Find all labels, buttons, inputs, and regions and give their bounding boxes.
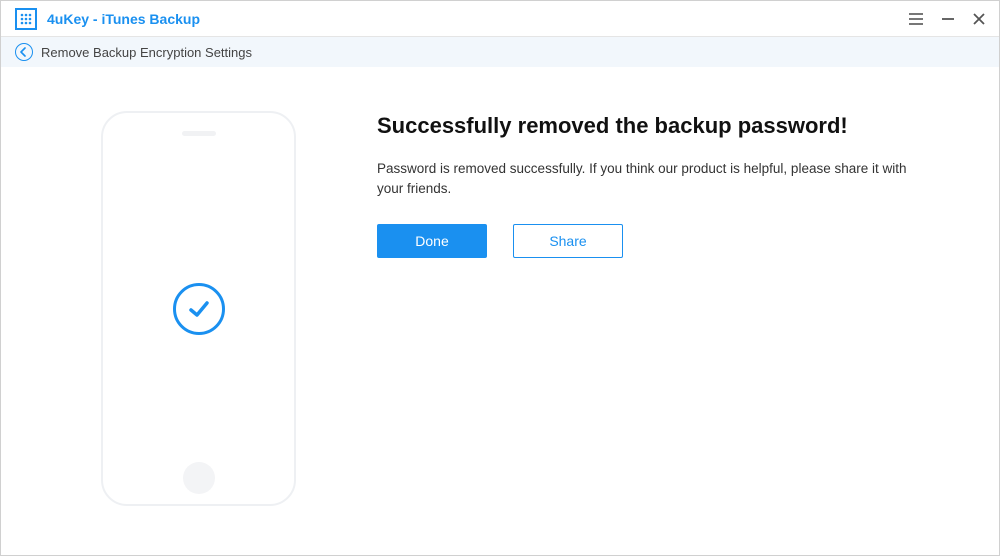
minimize-icon[interactable] (941, 12, 955, 26)
window-controls (909, 12, 985, 26)
close-icon[interactable] (973, 13, 985, 25)
phone-speaker-icon (182, 131, 216, 136)
checkmark-icon (173, 283, 225, 335)
description-text: Password is removed successfully. If you… (377, 159, 917, 200)
content-area: Successfully removed the backup password… (1, 67, 999, 506)
main-message: Successfully removed the backup password… (377, 111, 917, 506)
page-title: Successfully removed the backup password… (377, 113, 917, 139)
share-button[interactable]: Share (513, 224, 623, 258)
app-title: 4uKey - iTunes Backup (47, 11, 200, 27)
button-row: Done Share (377, 224, 917, 258)
breadcrumb: Remove Backup Encryption Settings (1, 37, 999, 67)
back-icon[interactable] (15, 43, 33, 61)
app-logo-icon (15, 8, 37, 30)
done-button[interactable]: Done (377, 224, 487, 258)
breadcrumb-label: Remove Backup Encryption Settings (41, 45, 252, 60)
titlebar: 4uKey - iTunes Backup (1, 1, 999, 37)
menu-icon[interactable] (909, 13, 923, 25)
phone-home-icon (183, 462, 215, 494)
titlebar-left: 4uKey - iTunes Backup (15, 8, 200, 30)
phone-body-icon (101, 111, 296, 506)
phone-illustration (101, 111, 301, 506)
